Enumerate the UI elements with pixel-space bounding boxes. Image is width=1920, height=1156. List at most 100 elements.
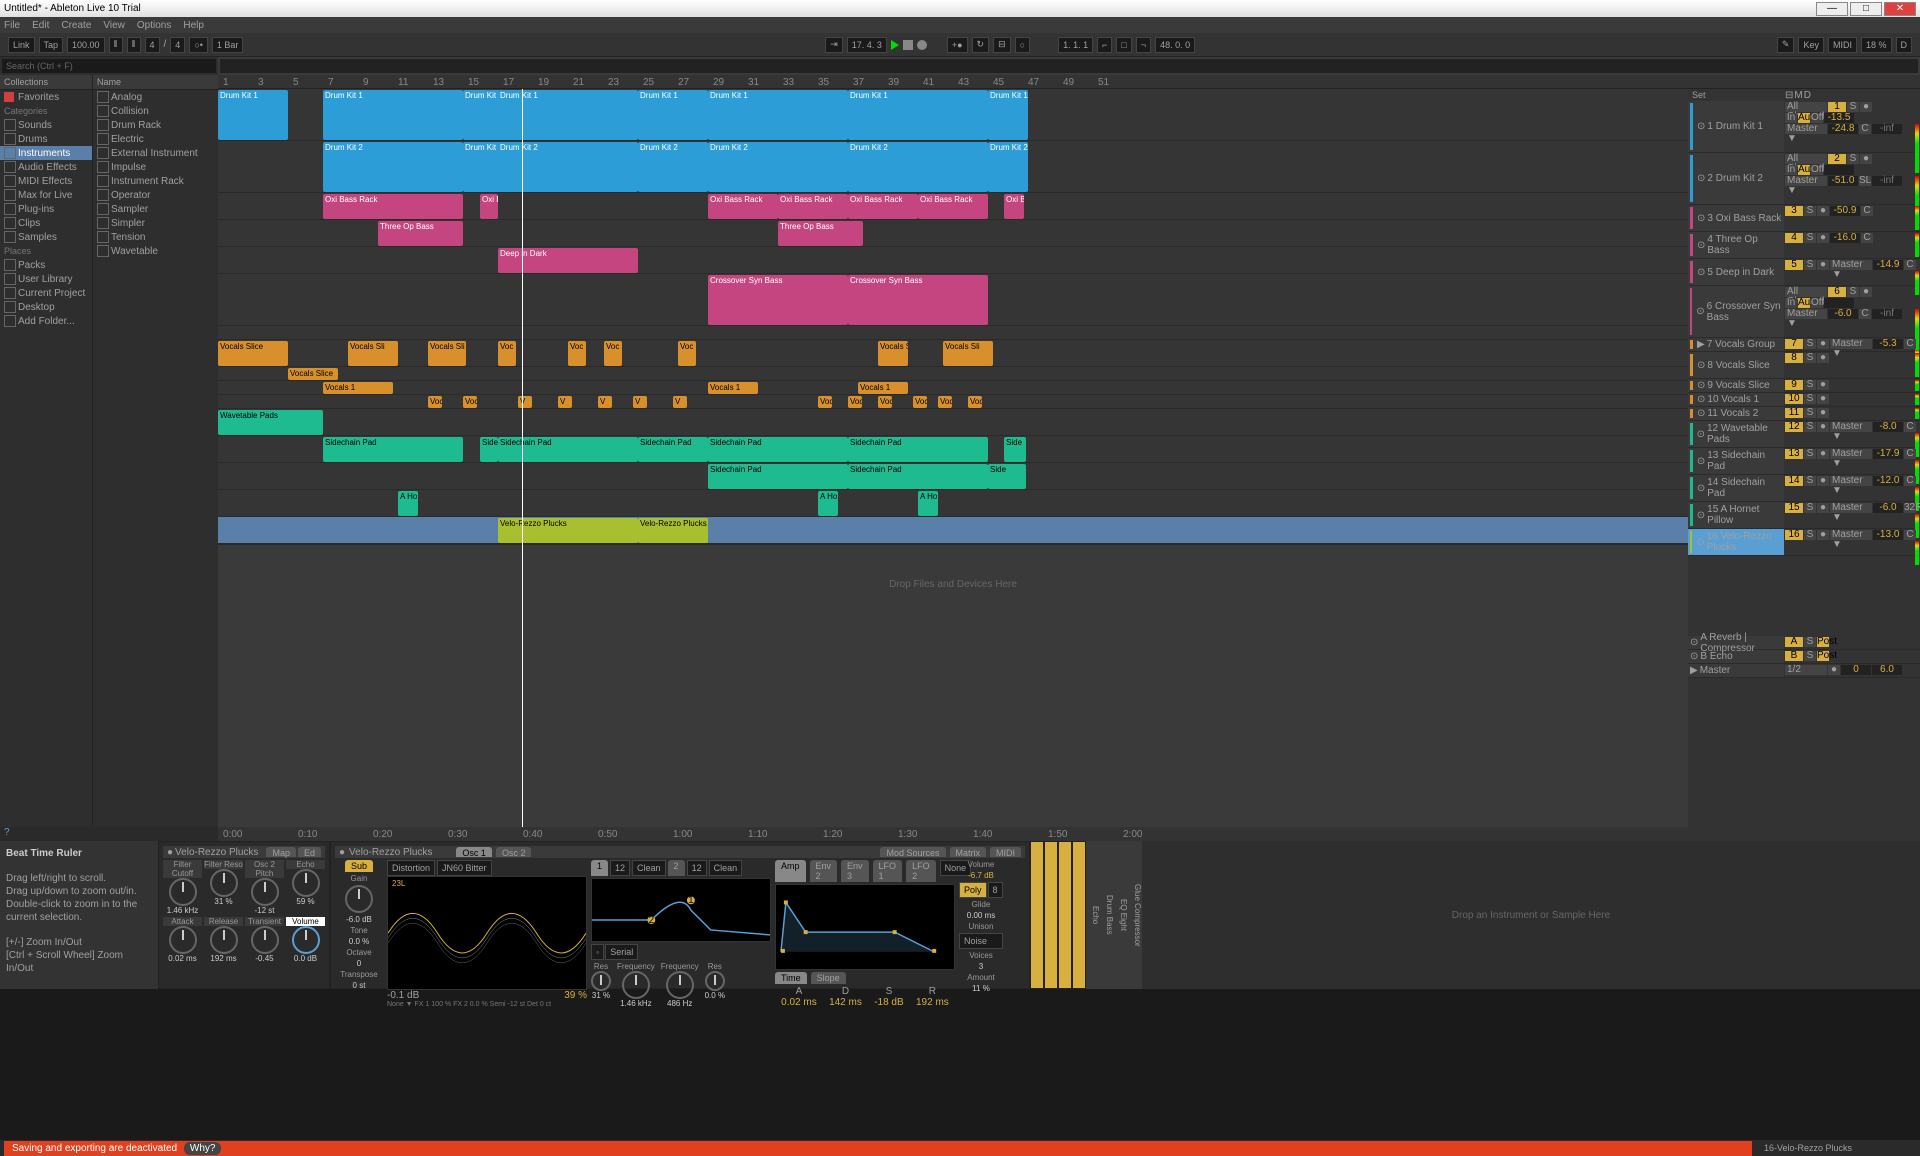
- solo-button[interactable]: S: [1804, 206, 1816, 216]
- pan-value[interactable]: SL: [1859, 176, 1871, 186]
- track-fold[interactable]: ⊙: [1697, 394, 1705, 405]
- clip[interactable]: Drum Kit 2: [323, 142, 463, 192]
- track-header[interactable]: ⊙8 Vocals Slice: [1688, 352, 1784, 379]
- macro-knob[interactable]: Filter Cutoff1.46 kHz: [163, 860, 202, 915]
- solo-button[interactable]: S: [1804, 394, 1816, 404]
- pan-value[interactable]: C: [1904, 339, 1916, 349]
- clip[interactable]: Sidechain Pad: [638, 437, 708, 462]
- track-header[interactable]: ⊙1 Drum Kit 1: [1688, 101, 1784, 153]
- volume-value[interactable]: -12.0: [1873, 476, 1903, 486]
- track-number[interactable]: 8: [1785, 353, 1803, 363]
- track-fold[interactable]: ⊙: [1697, 429, 1705, 440]
- mod-tab[interactable]: Mod Sources: [880, 847, 945, 857]
- pan-value[interactable]: C: [1859, 124, 1871, 134]
- clip[interactable]: V: [598, 396, 612, 408]
- macro-knob[interactable]: Attack0.02 ms: [163, 917, 202, 963]
- track-header[interactable]: ⊙10 Vocals 1: [1688, 393, 1784, 407]
- rec-arm[interactable]: ●: [1860, 287, 1872, 297]
- track-number[interactable]: 9: [1785, 380, 1803, 390]
- clip[interactable]: Velo-Rezzo Plucks: [638, 518, 708, 543]
- track-fold[interactable]: ⊙: [1697, 213, 1705, 224]
- clip[interactable]: Sidechain Pad: [848, 464, 988, 489]
- inst-drumrack[interactable]: Drum Rack: [93, 118, 218, 132]
- metronome-button[interactable]: ○•: [189, 37, 208, 53]
- menu-create[interactable]: Create: [61, 20, 91, 31]
- track-header[interactable]: ⊙5 Deep in Dark: [1688, 259, 1784, 286]
- clip[interactable]: Sidechain Pad: [323, 437, 463, 462]
- clip[interactable]: Voc: [818, 396, 832, 408]
- clip[interactable]: Oxi Bass Rack: [708, 194, 778, 219]
- unison-mode[interactable]: Noise: [959, 933, 1003, 949]
- pan-value[interactable]: C: [1859, 309, 1871, 319]
- volume-value[interactable]: -51.0: [1828, 176, 1858, 186]
- track-lane[interactable]: [218, 517, 1688, 544]
- stop-button[interactable]: [903, 40, 913, 50]
- menu-file[interactable]: File: [4, 20, 20, 31]
- track-number[interactable]: 10: [1785, 394, 1803, 404]
- clip[interactable]: V: [673, 396, 687, 408]
- chain-echo[interactable]: Echo: [1086, 841, 1100, 989]
- place-project[interactable]: Current Project: [0, 286, 92, 300]
- osc1-tab[interactable]: Osc 1: [456, 847, 492, 857]
- track-number[interactable]: 14: [1785, 476, 1803, 486]
- send-value[interactable]: [1824, 165, 1854, 175]
- favorites-item[interactable]: Favorites: [0, 90, 92, 104]
- track-fold[interactable]: ⊙: [1697, 240, 1705, 251]
- cat-midi-effects[interactable]: MIDI Effects: [0, 174, 92, 188]
- solo-button[interactable]: S: [1804, 339, 1816, 349]
- monitor-off[interactable]: Off: [1811, 298, 1823, 308]
- clip[interactable]: Drum Kit 1: [708, 90, 848, 140]
- rec-arm[interactable]: ●: [1817, 530, 1829, 540]
- link-button[interactable]: Link: [8, 37, 35, 53]
- poly-mode[interactable]: Poly: [959, 882, 987, 898]
- clip[interactable]: A Ho: [398, 491, 418, 516]
- volume-value[interactable]: -5.3: [1873, 339, 1903, 349]
- volume-value[interactable]: -13.0: [1873, 530, 1903, 540]
- rec-arm[interactable]: ●: [1817, 260, 1829, 270]
- volume-value[interactable]: -50.9: [1830, 206, 1860, 216]
- monitor-off[interactable]: Off: [1811, 165, 1823, 175]
- cat-instruments[interactable]: Instruments: [0, 146, 92, 160]
- map-button[interactable]: Map: [266, 847, 296, 857]
- collapsed-dot-2[interactable]: [1044, 841, 1058, 989]
- track-header[interactable]: ⊙14 Sidechain Pad: [1688, 475, 1784, 502]
- clip[interactable]: Vocals Slice: [288, 368, 338, 380]
- track-number[interactable]: 3: [1785, 206, 1803, 216]
- track-fold[interactable]: ⊙: [1697, 483, 1705, 494]
- track-number[interactable]: 13: [1785, 449, 1803, 459]
- chain-glue[interactable]: Glue Compressor: [1128, 841, 1142, 989]
- track-fold[interactable]: ⊙: [1696, 306, 1704, 317]
- io-toggle[interactable]: ⊟: [1785, 90, 1793, 100]
- clip[interactable]: Voc: [968, 396, 982, 408]
- clip[interactable]: Drum Kit 2: [638, 142, 708, 192]
- volume-value[interactable]: -17.9: [1873, 449, 1903, 459]
- pan-value[interactable]: C: [1904, 260, 1916, 270]
- clip[interactable]: Vocals 1: [708, 382, 758, 394]
- sig-numerator[interactable]: 4: [145, 37, 160, 53]
- loop-start[interactable]: 1. 1. 1: [1058, 37, 1093, 53]
- clip[interactable]: A Ho: [918, 491, 938, 516]
- clip[interactable]: Drum Kit 1: [848, 90, 988, 140]
- sig-denominator[interactable]: 4: [170, 37, 185, 53]
- output-select[interactable]: Master ▼: [1785, 176, 1827, 186]
- clip[interactable]: Oxi Bass Rack: [918, 194, 988, 219]
- send-value[interactable]: -13.5: [1824, 113, 1854, 123]
- track-header[interactable]: ▶7 Vocals Group: [1688, 338, 1784, 352]
- clip[interactable]: Oxi B: [1004, 194, 1024, 219]
- delay-toggle[interactable]: D: [1804, 90, 1811, 100]
- place-add[interactable]: Add Folder...: [0, 314, 92, 328]
- menu-options[interactable]: Options: [137, 20, 171, 31]
- volume-value[interactable]: -24.8: [1828, 124, 1858, 134]
- clip[interactable]: Vocals Sli: [428, 341, 466, 366]
- output-select[interactable]: Master ▼: [1830, 260, 1872, 270]
- automation-arm[interactable]: ↻: [972, 37, 990, 53]
- matrix-tab[interactable]: Matrix: [950, 847, 987, 857]
- freq1-knob[interactable]: [622, 971, 650, 999]
- draw-mode[interactable]: ✎: [1777, 37, 1795, 53]
- solo-button[interactable]: S: [1804, 449, 1816, 459]
- table-select[interactable]: Distortion: [387, 860, 435, 876]
- output-select[interactable]: Master ▼: [1830, 530, 1872, 540]
- solo-button[interactable]: S: [1804, 422, 1816, 432]
- filter2-on[interactable]: 2: [668, 860, 685, 876]
- position-field[interactable]: 17. 4. 3: [847, 37, 887, 53]
